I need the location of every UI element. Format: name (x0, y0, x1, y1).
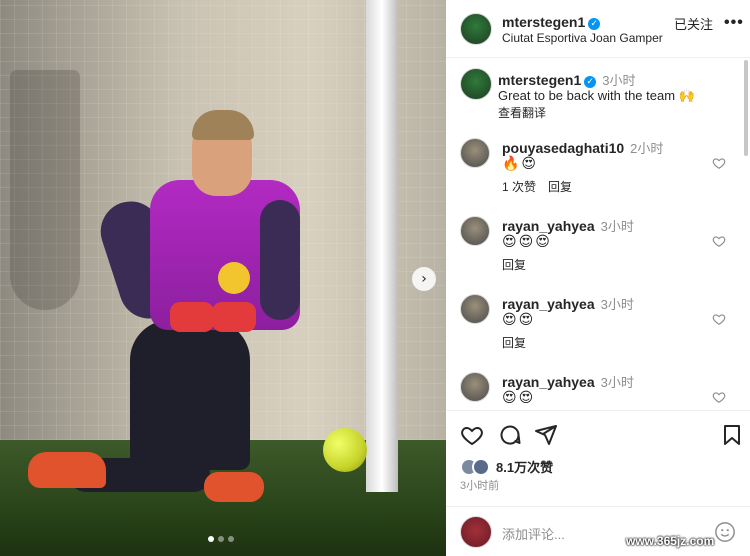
verified-icon: ✓ (588, 18, 601, 30)
comment-icon[interactable] (498, 423, 522, 447)
bookmark-icon[interactable] (720, 423, 744, 447)
goalkeeper-glove (212, 302, 256, 332)
reply-button[interactable]: 回复 (548, 180, 572, 194)
comment-item: rayan_yahyea 3小时 😍😍 (446, 370, 742, 410)
post-image[interactable]: › (0, 0, 446, 556)
heart-icon[interactable] (460, 423, 484, 447)
caption-time: 3小时 (602, 73, 636, 88)
location-link[interactable]: Ciutat Esportiva Joan Gamper (502, 31, 663, 45)
comment-item: rayan_yahyea 3小时 😍😍😍 回复 (446, 214, 742, 292)
avatar[interactable] (460, 13, 492, 45)
reply-button[interactable]: 回复 (502, 336, 526, 350)
comment-item: rayan_yahyea 3小时 😍😍 回复 (446, 292, 742, 370)
post-timestamp: 3小时前 (460, 480, 500, 492)
emoji-icon[interactable] (714, 521, 736, 543)
comment-time: 2小时 (630, 141, 664, 156)
carousel-dot (218, 536, 224, 542)
football (323, 428, 367, 472)
player-boot-right (204, 472, 264, 502)
heart-icon[interactable] (712, 234, 726, 248)
carousel-dots (208, 536, 234, 542)
share-icon[interactable] (534, 423, 558, 447)
more-options-icon[interactable]: ••• (724, 14, 744, 32)
add-comment-bar: 添加评论... (446, 506, 750, 556)
comment-username[interactable]: pouyasedaghati10 (502, 140, 624, 156)
comment-username[interactable]: rayan_yahyea (502, 374, 595, 390)
action-bar: 8.1万次赞 3小时前 (446, 410, 750, 500)
comment-username[interactable]: rayan_yahyea (502, 296, 595, 312)
comment-text: 😍😍😍 (502, 234, 552, 250)
caption-username-text[interactable]: mterstegen1 (498, 72, 581, 88)
sponsor-logo (218, 262, 250, 294)
comment-time: 3小时 (600, 375, 634, 390)
watermark: www.365jz.com (626, 534, 715, 548)
add-comment-input[interactable]: 添加评论... (502, 524, 565, 543)
club-crest-shadow (10, 70, 80, 310)
heart-icon[interactable] (712, 312, 726, 326)
comment-text: 😍😍 (502, 390, 536, 406)
verified-icon: ✓ (584, 76, 597, 88)
player-boot-left (28, 452, 106, 488)
player-legs (130, 320, 250, 470)
comment-time: 3小时 (600, 219, 634, 234)
heart-icon[interactable] (712, 390, 726, 404)
carousel-dot-active (208, 536, 214, 542)
chevron-right-icon[interactable]: › (412, 267, 436, 291)
liker-avatar (472, 457, 490, 476)
comment-text: 😍😍 (502, 312, 536, 328)
caption-text: Great to be back with the team 🙌 (498, 88, 695, 103)
avatar[interactable] (460, 138, 490, 168)
player-arm-right (260, 200, 300, 320)
following-button[interactable]: 已关注 (674, 14, 713, 33)
carousel-dot (228, 536, 234, 542)
post-sidebar: mterstegen1 ✓ Ciutat Esportiva Joan Gampe… (446, 0, 750, 556)
comments-list[interactable]: mterstegen1 ✓ 3小时 Great to be back with th… (446, 58, 750, 410)
comment-item: pouyasedaghati10 2小时 🔥😍 1 次赞 回复 (446, 136, 742, 214)
avatar[interactable] (460, 294, 490, 324)
likes-count[interactable]: 8.1万次赞 (496, 457, 553, 476)
comment-username[interactable]: rayan_yahyea (502, 218, 595, 234)
comment-text: 🔥😍 (502, 156, 539, 172)
author-username-text[interactable]: mterstegen1 (502, 14, 585, 30)
author-username[interactable]: mterstegen1 ✓ (502, 14, 601, 30)
goalkeeper-glove (170, 302, 214, 332)
avatar[interactable] (460, 68, 492, 100)
goal-post (366, 0, 398, 492)
caption-username[interactable]: mterstegen1 ✓ 3小时 (498, 70, 636, 89)
heart-icon[interactable] (712, 156, 726, 170)
avatar[interactable] (460, 216, 490, 246)
comments-scrollbar[interactable] (744, 60, 748, 156)
avatar[interactable] (460, 372, 490, 402)
comment-time: 3小时 (600, 297, 634, 312)
comment-likes[interactable]: 1 次赞 (502, 180, 536, 194)
reply-button[interactable]: 回复 (502, 258, 526, 272)
avatar (460, 516, 492, 548)
likes-row[interactable]: 8.1万次赞 (460, 457, 553, 476)
post-header: mterstegen1 ✓ Ciutat Esportiva Joan Gampe… (446, 0, 750, 58)
translate-link[interactable]: 查看翻译 (498, 104, 546, 121)
